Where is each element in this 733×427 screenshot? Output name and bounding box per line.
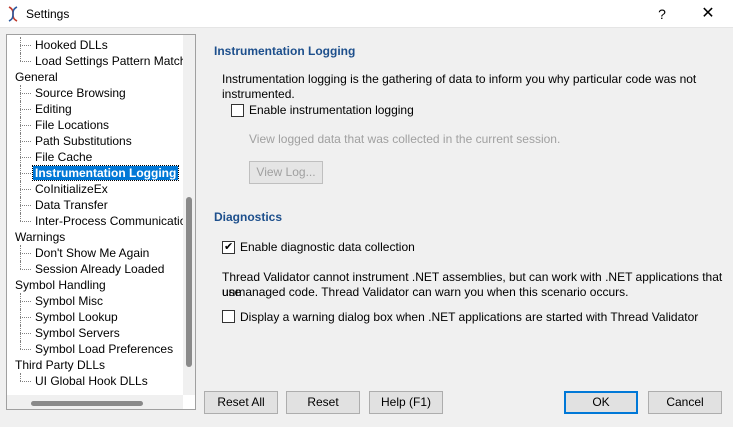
- tree-item-label: Path Substitutions: [35, 134, 132, 148]
- tree-connector-branch: [20, 189, 31, 190]
- tree-item[interactable]: Source Browsing: [7, 85, 183, 101]
- tree-item-label: Hooked DLLs: [35, 38, 108, 52]
- enable-instrumentation-logging-checkbox[interactable]: [231, 104, 244, 117]
- app-icon: [8, 6, 18, 22]
- help-button[interactable]: Help (F1): [369, 391, 443, 414]
- tree-connector-branch: [20, 349, 31, 350]
- tree-connector-line: [20, 373, 21, 381]
- tree-connector-branch: [20, 45, 31, 46]
- tree-item[interactable]: Inter-Process Communication: [7, 213, 193, 229]
- tree-connector-branch: [20, 173, 31, 174]
- tree-item-label: UI Global Hook DLLs: [35, 374, 148, 388]
- tree-item-label: File Cache: [35, 150, 93, 164]
- tree-connector-branch: [20, 93, 31, 94]
- instrumentation-description: Instrumentation logging is the gathering…: [222, 72, 697, 101]
- ok-button[interactable]: OK: [564, 391, 638, 414]
- tree-connector-line: [20, 261, 21, 269]
- tree-item-label: Symbol Lookup: [35, 310, 118, 324]
- tree-item[interactable]: Symbol Lookup: [7, 309, 183, 325]
- tree-connector-branch: [20, 221, 31, 222]
- tree-connector-branch: [20, 141, 31, 142]
- tree-connector-branch: [20, 109, 31, 110]
- diagnostics-heading: Diagnostics: [214, 210, 283, 224]
- tree-item[interactable]: Session Already Loaded: [7, 261, 183, 277]
- tree-connector-branch: [20, 301, 31, 302]
- tree-item[interactable]: File Locations: [7, 117, 183, 133]
- tree-item[interactable]: Symbol Load Preferences: [7, 341, 183, 357]
- tree-connector-branch: [20, 157, 31, 158]
- tree-item-label: Third Party DLLs: [15, 358, 106, 372]
- tree-item[interactable]: Load Settings Pattern Match: [7, 53, 186, 69]
- tree-item-label: Symbol Servers: [35, 326, 120, 340]
- enable-diagnostic-collection-label[interactable]: Enable diagnostic data collection: [240, 240, 415, 255]
- tree-item-label: Symbol Load Preferences: [35, 342, 174, 356]
- tree-connector-branch: [20, 381, 31, 382]
- diagnostics-info-line2: unmanaged code. Thread Validator can war…: [222, 285, 629, 299]
- tree-horizontal-scrollbar[interactable]: [7, 395, 183, 409]
- tree-item[interactable]: Symbol Misc: [7, 293, 183, 309]
- tree-item-label: Warnings: [15, 230, 66, 244]
- tree-connector-branch: [20, 269, 31, 270]
- tree-connector-branch: [20, 317, 31, 318]
- tree-item[interactable]: Editing: [7, 101, 183, 117]
- tree-item-label: Editing: [35, 102, 72, 116]
- tree-item[interactable]: Data Transfer: [7, 197, 183, 213]
- enable-instrumentation-logging-label[interactable]: Enable instrumentation logging: [249, 103, 414, 118]
- tree-connector-branch: [20, 125, 31, 126]
- close-icon[interactable]: ✕: [696, 4, 720, 24]
- title-bar: Settings ? ✕: [0, 0, 733, 28]
- tree-category[interactable]: Symbol Handling: [7, 277, 183, 293]
- dotnet-warning-checkbox[interactable]: [222, 310, 235, 323]
- reset-all-button[interactable]: Reset All: [204, 391, 278, 414]
- dotnet-warning-label[interactable]: Display a warning dialog box when .NET a…: [240, 310, 698, 325]
- tree-connector-branch: [20, 205, 31, 206]
- tree-items: Hooked DLLs Load Settings Pattern Match Ge…: [7, 37, 193, 389]
- tree-item[interactable]: Hooked DLLs: [7, 37, 183, 53]
- tree-item[interactable]: Don't Show Me Again: [7, 245, 183, 261]
- tree-connector-branch: [20, 333, 31, 334]
- help-icon[interactable]: ?: [650, 4, 674, 24]
- tree-connector-line: [20, 213, 21, 221]
- enable-diagnostic-collection-checkbox[interactable]: [222, 240, 235, 254]
- tree-item-label: General: [15, 70, 58, 84]
- tree-item[interactable]: CoInitializeEx: [7, 181, 183, 197]
- tree-item-label: Symbol Handling: [15, 278, 106, 292]
- tree-vertical-scrollbar[interactable]: [183, 35, 195, 395]
- tree-connector-line: [20, 53, 21, 61]
- tree-item-label: File Locations: [35, 118, 110, 132]
- tree-connector-branch: [20, 61, 31, 62]
- tree-item-label: Source Browsing: [35, 86, 126, 100]
- tree-connector-branch: [20, 253, 31, 254]
- tree-item-label: Load Settings Pattern Match: [35, 54, 187, 68]
- tree-item[interactable]: Instrumentation Logging: [7, 165, 183, 181]
- tree-category[interactable]: Warnings: [7, 229, 183, 245]
- tree-item-label: Don't Show Me Again: [35, 246, 150, 260]
- tree-vertical-scroll-thumb[interactable]: [186, 197, 192, 367]
- tree-item[interactable]: Symbol Servers: [7, 325, 183, 341]
- tree-item[interactable]: File Cache: [7, 149, 183, 165]
- tree-connector-line: [20, 341, 21, 349]
- view-log-button[interactable]: View Log...: [249, 161, 323, 184]
- tree-item-label: Symbol Misc: [35, 294, 104, 308]
- tree-item[interactable]: UI Global Hook DLLs: [7, 373, 183, 389]
- instrumentation-heading: Instrumentation Logging: [214, 44, 356, 58]
- tree-category[interactable]: General: [7, 69, 183, 85]
- settings-tree[interactable]: Hooked DLLs Load Settings Pattern Match Ge…: [6, 34, 196, 410]
- window-title: Settings: [26, 7, 70, 21]
- tree-item-label: Instrumentation Logging: [31, 165, 180, 181]
- view-log-hint: View logged data that was collected in t…: [249, 132, 561, 146]
- tree-item-label: Session Already Loaded: [35, 262, 165, 276]
- tree-item-label: CoInitializeEx: [35, 182, 108, 196]
- tree-item[interactable]: Path Substitutions: [7, 133, 183, 149]
- tree-category[interactable]: Third Party DLLs: [7, 357, 183, 373]
- tree-item-label: Data Transfer: [35, 198, 108, 212]
- tree-horizontal-scroll-thumb[interactable]: [31, 401, 143, 406]
- cancel-button[interactable]: Cancel: [648, 391, 722, 414]
- tree-item-label: Inter-Process Communication: [35, 214, 194, 228]
- reset-button[interactable]: Reset: [286, 391, 360, 414]
